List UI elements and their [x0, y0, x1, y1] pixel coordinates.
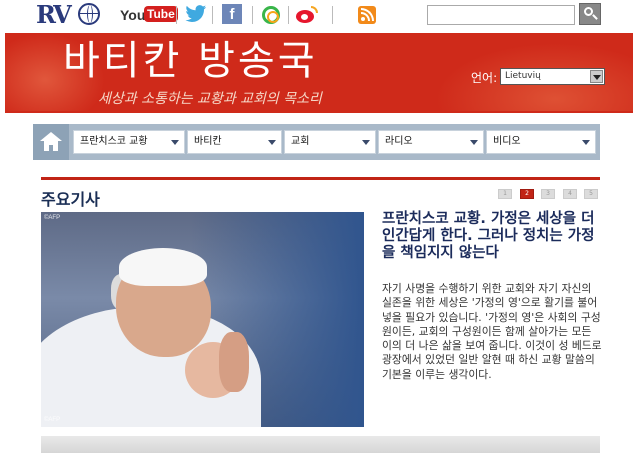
divider — [332, 6, 333, 24]
section-title: 주요기사 — [41, 190, 100, 209]
globe-icon — [78, 3, 100, 25]
divider — [288, 6, 289, 24]
pager-number: 5 — [589, 190, 593, 197]
radio-vaticana-logo[interactable]: RV — [36, 0, 100, 29]
pager-number: 3 — [546, 190, 550, 197]
chevron-down-icon — [171, 140, 179, 145]
facebook-glyph: f — [229, 6, 235, 23]
pager-number: 1 — [503, 190, 507, 197]
pager-number: 2 — [525, 190, 529, 197]
divider — [176, 6, 177, 24]
nav-item-label: 교회 — [291, 136, 310, 147]
divider — [252, 6, 253, 24]
nav-item-label: 바티칸 — [194, 136, 222, 147]
nav-item-pope-francis[interactable]: 프란치스코 교황 — [73, 130, 185, 154]
photo-credit: ©AFP — [44, 417, 61, 423]
article-summary: 자기 사명을 수행하기 위한 교회와 자기 자신의 실존을 위한 세상은 '가정… — [382, 282, 602, 381]
language-select[interactable]: Lietuvių — [500, 68, 605, 85]
youtube-tube-text: Tube — [144, 6, 178, 22]
pager-dot-4[interactable]: 4 — [563, 189, 577, 199]
facebook-icon[interactable]: f — [222, 4, 242, 24]
nav-item-label: 프란치스코 교황 — [80, 136, 148, 147]
pager-dot-3[interactable]: 3 — [541, 189, 555, 199]
nav-item-church[interactable]: 교회 — [284, 130, 376, 154]
search-input[interactable] — [427, 5, 575, 25]
youtube-you-text: You — [120, 7, 146, 23]
chevron-down-icon — [470, 140, 478, 145]
section-divider — [41, 177, 600, 180]
search-button[interactable] — [579, 3, 601, 25]
zucchetto-shape — [119, 248, 207, 286]
nav-item-radio[interactable]: 라디오 — [378, 130, 484, 154]
banner-title: 바티칸 방송국 — [63, 38, 318, 84]
divider — [212, 6, 213, 24]
twitter-icon[interactable] — [185, 4, 209, 26]
logo-text: RV — [36, 0, 72, 29]
home-icon[interactable] — [33, 124, 69, 160]
main-nav: 프란치스코 교황 바티칸 교회 라디오 비디오 — [33, 124, 600, 160]
nav-item-label: 비디오 — [493, 136, 521, 147]
pager-dot-1[interactable]: 1 — [498, 189, 512, 199]
banner-subtitle: 세상과 소통하는 교황과 교회의 목소리 — [98, 91, 322, 107]
site-banner: 바티칸 방송국 세상과 소통하는 교황과 교회의 목소리 언어: Lietuvi… — [5, 33, 633, 111]
chevron-down-icon — [362, 140, 370, 145]
banner-underline — [5, 111, 633, 113]
chevron-down-icon — [590, 70, 603, 83]
article-headline[interactable]: 프란치스코 교황. 가정은 세상을 더 인간답게 한다. 그러나 정치는 가정을… — [382, 211, 604, 262]
pager-number: 4 — [568, 190, 572, 197]
language-label: 언어: — [471, 71, 498, 85]
nav-item-vatican[interactable]: 바티칸 — [187, 130, 282, 154]
featured-photo[interactable]: ©AFP ©AFP — [41, 212, 364, 427]
photo-credit: ©AFP — [44, 215, 61, 221]
pager-dot-5[interactable]: 5 — [584, 189, 598, 199]
language-selected-value: Lietuvių — [505, 71, 541, 81]
youtube-icon[interactable]: You Tube — [120, 4, 178, 26]
nav-item-video[interactable]: 비디오 — [486, 130, 596, 154]
top-bar: RV You Tube f — [0, 0, 640, 32]
nav-item-label: 라디오 — [385, 136, 413, 147]
weibo-icon[interactable] — [296, 6, 318, 24]
next-section-strip — [41, 436, 600, 453]
ring-share-icon[interactable] — [262, 6, 280, 24]
pager-dot-2[interactable]: 2 — [520, 189, 534, 199]
chevron-down-icon — [582, 140, 590, 145]
rss-icon[interactable] — [358, 6, 376, 24]
chevron-down-icon — [268, 140, 276, 145]
